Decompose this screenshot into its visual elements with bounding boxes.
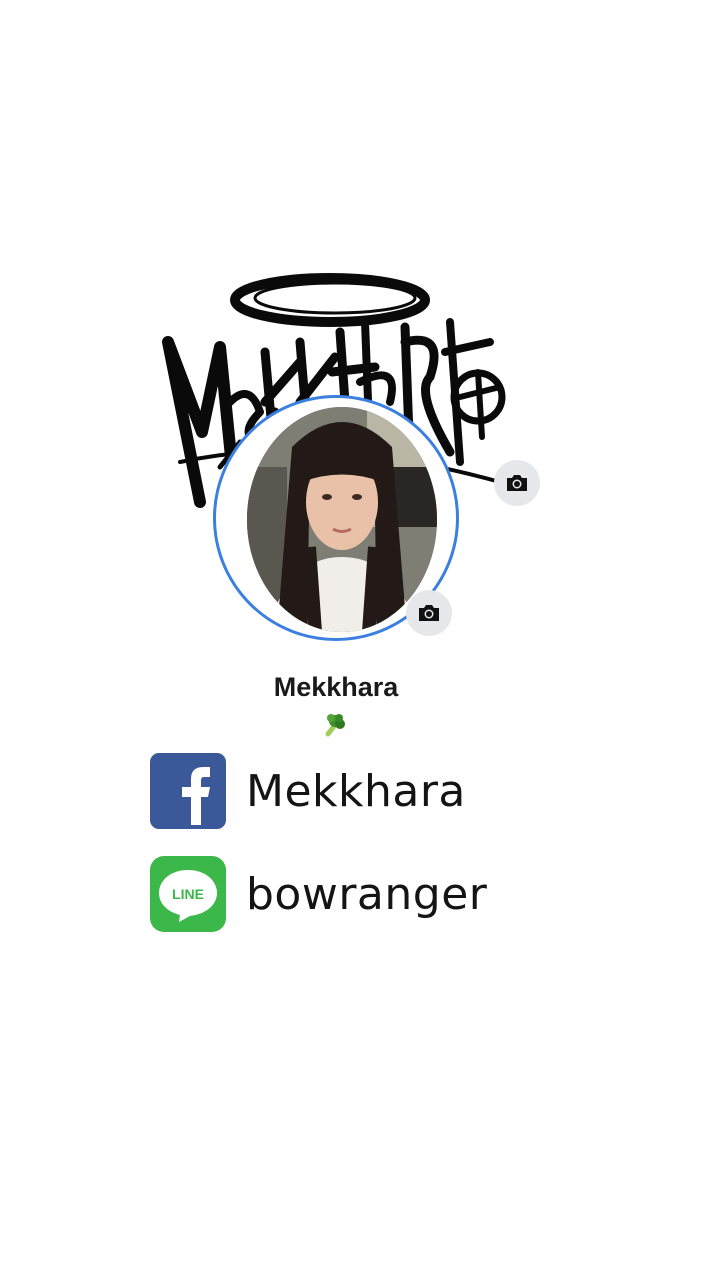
line-logo-icon: LINE <box>150 856 226 932</box>
profile-card: Mekkhara Mekkhara LINE bowranger <box>0 0 712 1280</box>
avatar[interactable] <box>247 407 437 632</box>
line-handle: bowranger <box>246 868 488 920</box>
profile-photo-camera-button[interactable] <box>406 590 452 636</box>
facebook-handle: Mekkhara <box>246 765 466 817</box>
camera-icon <box>507 475 527 491</box>
camera-icon <box>419 605 439 621</box>
line-contact[interactable]: LINE bowranger <box>150 856 487 932</box>
svg-text:LINE: LINE <box>172 886 204 902</box>
profile-name: Mekkhara <box>273 672 399 702</box>
facebook-contact[interactable]: Mekkhara <box>150 753 466 829</box>
broccoli-icon <box>325 714 345 737</box>
facebook-logo-icon <box>150 753 226 829</box>
cover-camera-button[interactable] <box>494 460 540 506</box>
